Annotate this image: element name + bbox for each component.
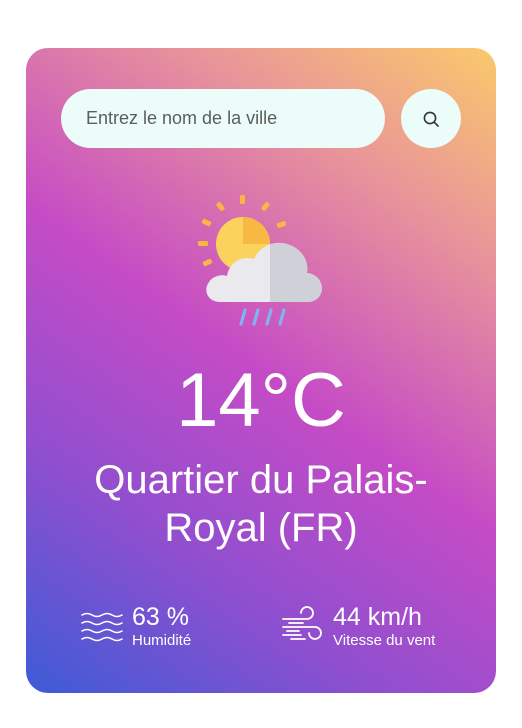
wind-label: Vitesse du vent xyxy=(333,632,436,649)
weather-card: 14°C Quartier du Palais-Royal (FR) 63 % … xyxy=(26,48,496,693)
waves-icon xyxy=(81,612,123,642)
temperature-value: 14°C xyxy=(176,358,346,443)
wind-stat: 44 km/h Vitesse du vent xyxy=(281,603,435,651)
search-button[interactable] xyxy=(401,89,461,148)
city-name: Quartier du Palais-Royal (FR) xyxy=(94,458,428,550)
humidity-value: 63 % xyxy=(132,603,189,631)
city-search-input[interactable] xyxy=(61,89,385,148)
wind-text: 44 km/h Vitesse du vent xyxy=(333,603,435,651)
humidity-label: Humidité xyxy=(132,632,192,649)
search-icon xyxy=(423,111,439,127)
wind-icon xyxy=(282,606,322,640)
sun-cloud-rain-icon xyxy=(198,195,322,326)
wind-value: 44 km/h xyxy=(333,603,422,631)
humidity-stat: 63 % Humidité xyxy=(80,603,191,651)
humidity-text: 63 % Humidité xyxy=(132,603,191,651)
